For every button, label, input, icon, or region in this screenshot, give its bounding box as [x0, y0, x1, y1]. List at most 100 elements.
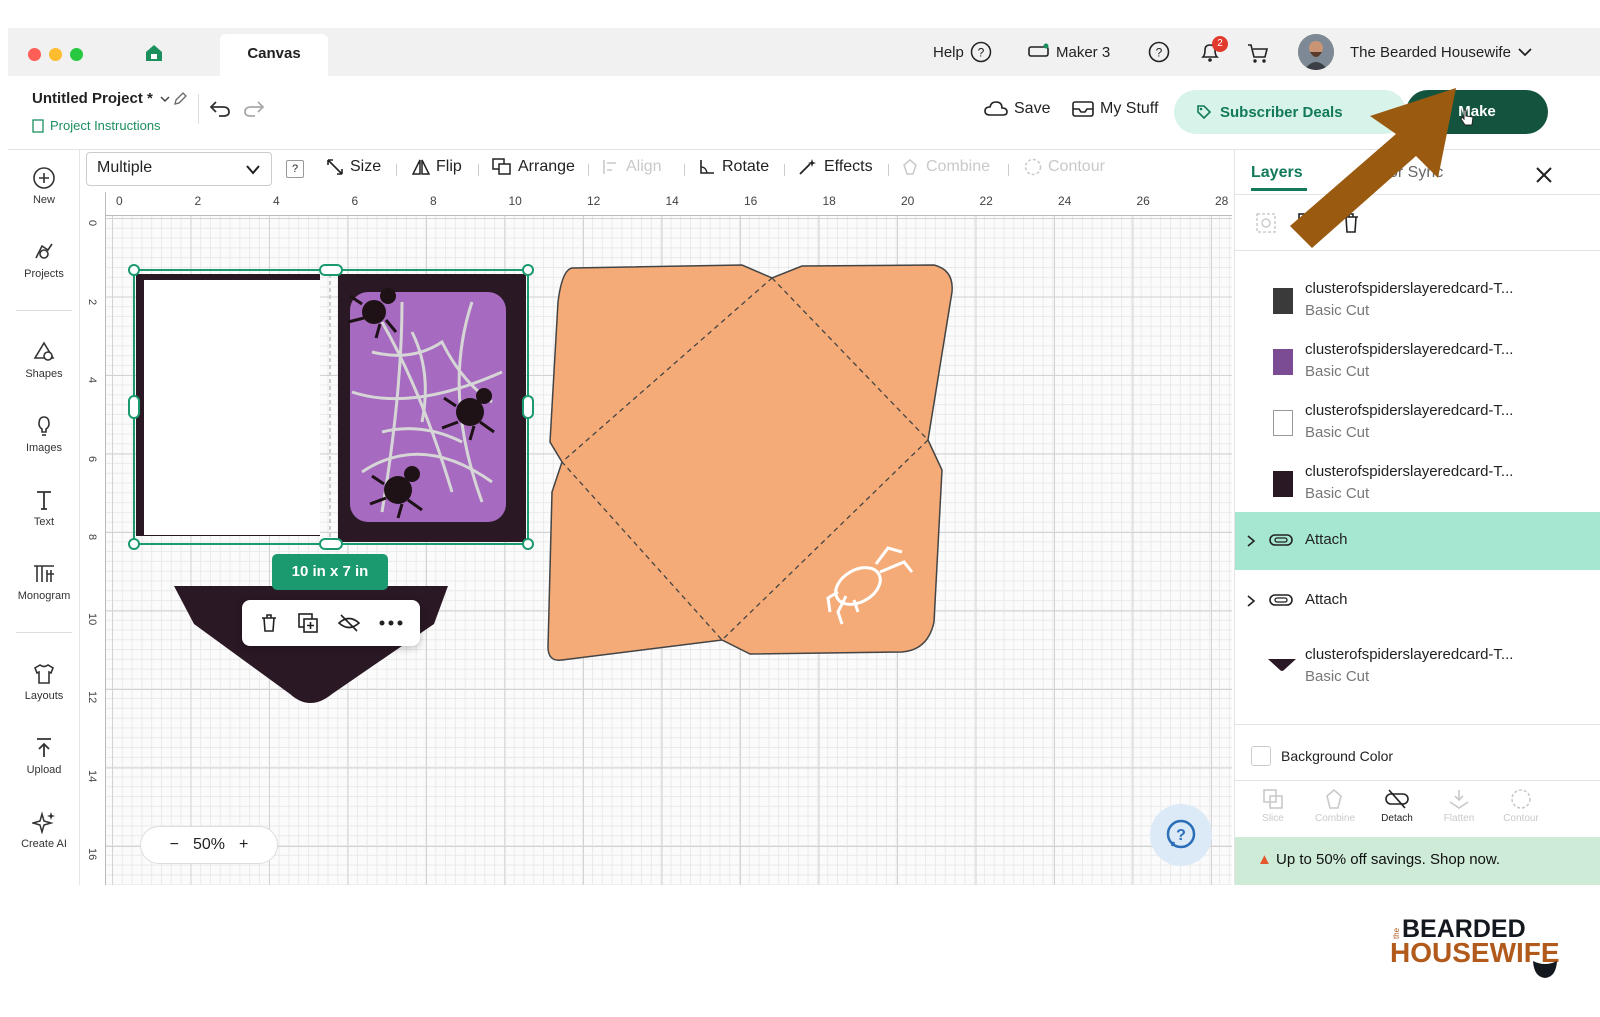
zoom-control: − 50% +: [140, 826, 278, 864]
redo-icon[interactable]: [242, 98, 266, 123]
layer-operation: Basic Cut: [1305, 668, 1370, 685]
tag-icon: [1197, 105, 1212, 120]
layer-thumbnail: [1268, 659, 1296, 671]
hide-icon[interactable]: [337, 613, 361, 633]
attach-label: Attach: [1305, 531, 1348, 548]
sidebar-item-shapes[interactable]: Shapes: [8, 340, 80, 380]
svg-text:?: ?: [1176, 827, 1186, 844]
my-stuff-button[interactable]: My Stuff: [1072, 100, 1158, 118]
promo-text: Up to 50% off savings. Shop now.: [1276, 851, 1501, 868]
arrange-tool[interactable]: Arrange: [492, 158, 575, 176]
user-name: The Bearded Housewife: [1350, 43, 1511, 61]
my-stuff-label: My Stuff: [1100, 100, 1159, 117]
cart-icon[interactable]: [1246, 42, 1270, 69]
sidebar-item-monogram[interactable]: Monogram: [8, 562, 80, 602]
chat-help-icon[interactable]: ?: [1148, 41, 1170, 68]
undo-icon[interactable]: [208, 98, 232, 123]
project-instructions-link[interactable]: Project Instructions: [32, 118, 161, 133]
layer-item[interactable]: clusterofspiderslayeredcard-T... Basic C…: [1235, 337, 1600, 397]
contour-bottom-tool[interactable]: Contour: [1491, 788, 1551, 824]
contour-label: Contour: [1048, 158, 1105, 175]
duplicate-icon[interactable]: [297, 612, 319, 634]
chevron-right-icon[interactable]: [1245, 534, 1257, 548]
align-icon: [603, 160, 616, 174]
help-menu[interactable]: Help ?: [933, 40, 992, 64]
flatten-tool[interactable]: Flatten: [1429, 788, 1489, 824]
sidebar-item-images[interactable]: Images: [8, 414, 80, 454]
layer-item[interactable]: clusterofspiderslayeredcard-T... Basic C…: [1235, 459, 1600, 519]
toolbar-separator: [1008, 164, 1009, 176]
question-circle-icon: ?: [970, 41, 992, 63]
shirt-icon: [34, 664, 54, 684]
sidebar-item-label: Monogram: [17, 590, 71, 602]
toolbar-separator: [888, 164, 889, 176]
effects-tool[interactable]: Effects: [798, 158, 873, 176]
combine-bottom-label: Combine: [1314, 813, 1356, 824]
home-icon[interactable]: [144, 43, 164, 68]
effects-label: Effects: [824, 158, 873, 175]
flip-icon: [412, 159, 430, 175]
align-tool[interactable]: Align: [602, 158, 662, 176]
sparkle-icon: [32, 811, 55, 834]
layer-name: clusterofspiderslayeredcard-T...: [1305, 341, 1514, 358]
rotate-tool[interactable]: Rotate: [698, 158, 769, 176]
zoom-in-button[interactable]: +: [239, 836, 248, 854]
layers-panel: Layers Color Sync clusterofspiderslayere…: [1234, 150, 1600, 885]
projects-icon: [35, 243, 53, 259]
layer-operation: Basic Cut: [1305, 363, 1370, 380]
attach-group-row[interactable]: Attach: [1235, 512, 1600, 570]
layer-operation: Basic Cut: [1305, 485, 1370, 502]
sidebar-item-upload[interactable]: Upload: [8, 736, 80, 776]
operation-help-button[interactable]: ?: [286, 160, 304, 178]
project-title-menu[interactable]: Untitled Project *: [32, 90, 171, 107]
close-window-button[interactable]: [28, 48, 41, 61]
close-icon[interactable]: [1535, 166, 1553, 189]
attach-group-row[interactable]: Attach: [1235, 572, 1600, 630]
zoom-window-button[interactable]: [70, 48, 83, 61]
more-icon[interactable]: [379, 620, 403, 626]
layer-item[interactable]: clusterofspiderslayeredcard-T... Basic C…: [1235, 276, 1600, 336]
sidebar-item-new[interactable]: New: [8, 166, 80, 206]
machine-selector[interactable]: Maker 3: [1028, 40, 1110, 64]
cursor-hand-icon: [1460, 108, 1474, 131]
panel-divider: [1235, 780, 1600, 781]
group-icon[interactable]: [1255, 212, 1277, 239]
promo-banner[interactable]: ▲ Up to 50% off savings. Shop now.: [1235, 837, 1600, 885]
tab-canvas[interactable]: Canvas: [220, 34, 328, 76]
fire-icon: ▲: [1257, 851, 1272, 868]
chevron-down-icon: [246, 165, 260, 175]
avatar[interactable]: [1298, 34, 1334, 70]
minimize-window-button[interactable]: [49, 48, 62, 61]
size-label: Size: [350, 158, 382, 175]
save-button[interactable]: Save: [984, 100, 1050, 118]
upload-icon: [37, 738, 51, 757]
sidebar-item-projects[interactable]: Projects: [8, 240, 80, 280]
layer-name: clusterofspiderslayeredcard-T...: [1305, 280, 1514, 297]
chevron-down-icon: [160, 95, 170, 102]
combine-tool[interactable]: Combine: [902, 158, 990, 176]
sidebar-item-create-ai[interactable]: Create AI: [8, 810, 80, 850]
zoom-out-button[interactable]: −: [170, 836, 179, 854]
flip-tool[interactable]: Flip: [412, 158, 462, 176]
resize-icon: [327, 159, 343, 175]
contour-tool[interactable]: Contour: [1024, 158, 1105, 176]
flatten-icon: [1449, 790, 1469, 809]
sidebar-item-text[interactable]: Text: [8, 488, 80, 528]
size-tool[interactable]: Size: [326, 158, 381, 176]
background-color-swatch[interactable]: [1251, 746, 1271, 766]
slice-tool[interactable]: Slice: [1243, 788, 1303, 824]
combine-bottom-tool[interactable]: Combine: [1305, 788, 1365, 824]
pencil-icon[interactable]: [172, 91, 188, 112]
user-menu[interactable]: The Bearded Housewife: [1350, 40, 1533, 64]
layer-item[interactable]: clusterofspiderslayeredcard-T... Basic C…: [1235, 398, 1600, 458]
slice-label: Slice: [1262, 813, 1284, 824]
trash-icon[interactable]: [259, 613, 279, 633]
brand-watermark: the BEARDED HOUSEWIFE: [1390, 915, 1570, 985]
layer-item[interactable]: clusterofspiderslayeredcard-T... Basic C…: [1235, 640, 1600, 700]
help-fab-button[interactable]: ?: [1150, 804, 1212, 866]
operation-select[interactable]: Multiple: [86, 152, 272, 186]
sidebar-item-layouts[interactable]: Layouts: [8, 662, 80, 702]
design-canvas[interactable]: 0 2 4 6 8 10 12 14 16 18 20 22 24 26 28 0 2 4 6 8 10 12 14 16: [82, 192, 1232, 885]
detach-tool[interactable]: Detach: [1367, 788, 1427, 824]
chevron-right-icon[interactable]: [1245, 594, 1257, 608]
